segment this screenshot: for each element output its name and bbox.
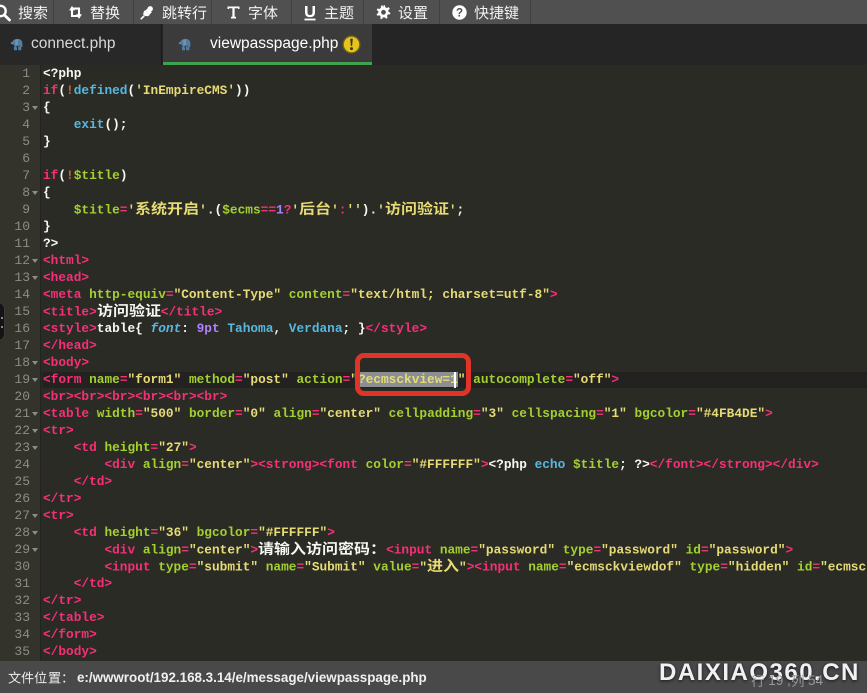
svg-text:?: ? xyxy=(456,7,463,19)
